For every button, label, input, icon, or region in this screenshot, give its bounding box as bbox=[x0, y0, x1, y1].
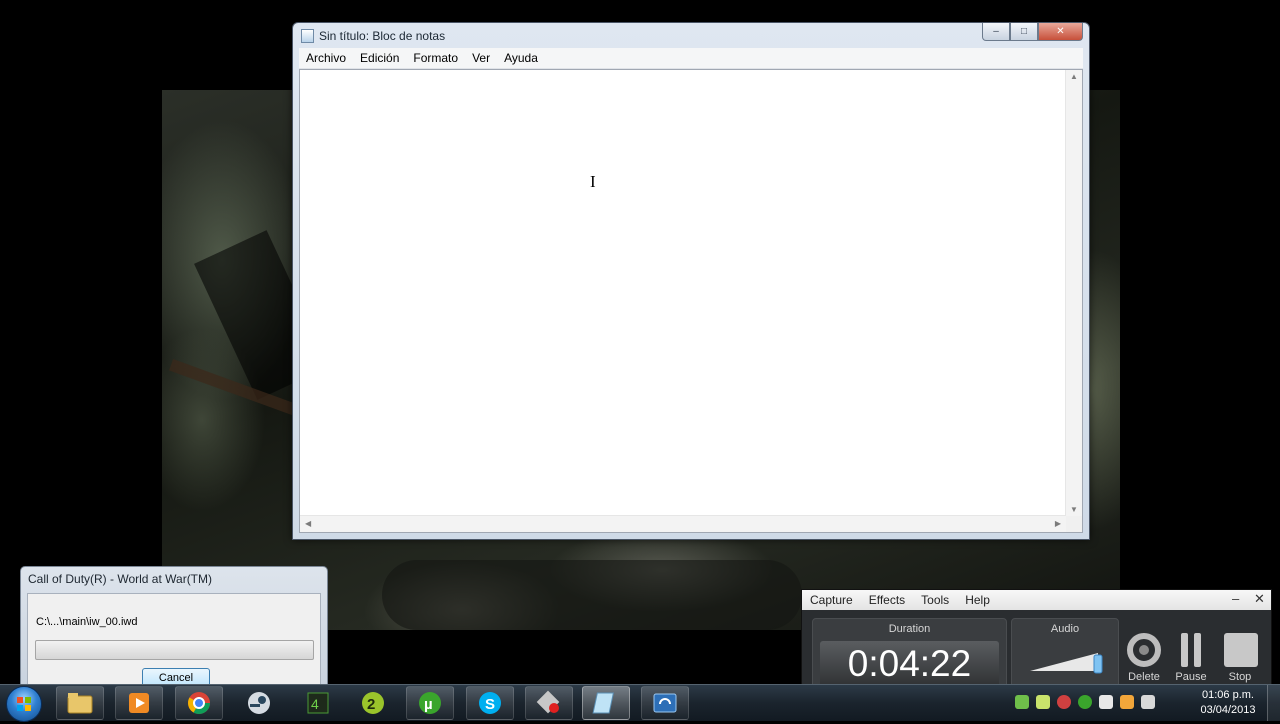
menu-tools[interactable]: Tools bbox=[913, 593, 957, 607]
dialog-title: Call of Duty(R) - World at War(TM) bbox=[28, 572, 213, 586]
menu-effects[interactable]: Effects bbox=[861, 593, 913, 607]
text-editor-area[interactable]: I ▲ ▼ ◀ ▶ bbox=[299, 69, 1083, 533]
clock-date: 03/04/2013 bbox=[1200, 704, 1256, 716]
pause-button[interactable]: Pause bbox=[1169, 630, 1213, 683]
task-switcher-icon bbox=[653, 693, 677, 713]
delete-button[interactable]: Delete bbox=[1122, 630, 1166, 683]
minimize-button[interactable]: – bbox=[982, 23, 1010, 41]
modern-warfare-2-icon: 2 bbox=[362, 692, 384, 714]
notepad-app-icon bbox=[301, 29, 314, 43]
screen-recorder-panel: Capture Effects Tools Help – ✕ Duration … bbox=[801, 589, 1272, 690]
menu-capture[interactable]: Capture bbox=[802, 593, 861, 607]
taskbar-skype[interactable]: S bbox=[466, 686, 514, 720]
audio-slider-thumb bbox=[1093, 654, 1103, 674]
taskbar-modern-warfare-2[interactable]: 2 bbox=[349, 686, 397, 720]
stop-icon bbox=[1224, 633, 1258, 667]
taskbar-utorrent[interactable]: µ bbox=[406, 686, 454, 720]
menu-edicion[interactable]: Edición bbox=[353, 51, 406, 65]
stop-button[interactable]: Stop bbox=[1218, 630, 1262, 683]
svg-text:S: S bbox=[485, 696, 495, 713]
taskbar-chrome[interactable] bbox=[175, 686, 223, 720]
horizontal-scrollbar[interactable]: ◀ ▶ bbox=[300, 515, 1066, 532]
delete-label: Delete bbox=[1128, 671, 1160, 683]
recorder-menu-bar: Capture Effects Tools Help – ✕ bbox=[802, 590, 1271, 610]
delete-icon bbox=[1127, 633, 1161, 667]
notepad-icon bbox=[592, 692, 614, 714]
scroll-down-icon[interactable]: ▼ bbox=[1070, 505, 1078, 514]
security-tray-icon[interactable] bbox=[1057, 695, 1071, 709]
menu-ver[interactable]: Ver bbox=[465, 51, 497, 65]
menu-bar: Archivo Edición Formato Ver Ayuda bbox=[299, 48, 1083, 69]
flag-tray-icon[interactable] bbox=[1141, 695, 1155, 709]
battery-tray-icon[interactable] bbox=[1120, 695, 1134, 709]
close-button[interactable]: ✕ bbox=[1038, 23, 1083, 41]
menu-formato[interactable]: Formato bbox=[406, 51, 465, 65]
svg-text:µ: µ bbox=[424, 696, 433, 713]
system-clock[interactable]: 01:06 p.m. 03/04/2013 bbox=[1190, 688, 1266, 718]
recorder-close-button[interactable]: ✕ bbox=[1254, 591, 1265, 607]
svg-text:2: 2 bbox=[367, 696, 375, 713]
menu-help[interactable]: Help bbox=[957, 593, 998, 607]
notepad-titlebar[interactable]: Sin título: Bloc de notas – □ ✕ bbox=[293, 23, 1089, 47]
taskbar-explorer[interactable] bbox=[56, 686, 104, 720]
maximize-button[interactable]: □ bbox=[1010, 23, 1038, 41]
skype-icon: S bbox=[479, 692, 501, 714]
stop-label: Stop bbox=[1228, 671, 1252, 683]
pause-icon bbox=[1181, 633, 1201, 667]
resize-grip[interactable] bbox=[1066, 516, 1082, 532]
audio-label: Audio bbox=[1050, 623, 1080, 635]
windows-logo-icon bbox=[17, 697, 31, 711]
progress-bar bbox=[35, 640, 314, 660]
media-player-icon bbox=[129, 693, 149, 713]
duration-timer: 0:04:22 bbox=[820, 641, 999, 687]
scroll-up-icon[interactable]: ▲ bbox=[1070, 72, 1078, 81]
network-tray-icon[interactable] bbox=[1015, 695, 1029, 709]
clock-time: 01:06 p.m. bbox=[1202, 689, 1254, 701]
taskbar: 4 2 µ S 01:06 p.m. 03/04/2013 bbox=[0, 684, 1280, 722]
taskbar-notepad[interactable] bbox=[582, 686, 630, 720]
recorder-icon bbox=[536, 690, 560, 714]
window-controls: – □ ✕ bbox=[982, 23, 1083, 41]
taskbar-call-of-duty[interactable]: 4 bbox=[294, 686, 342, 720]
steam-icon bbox=[248, 692, 270, 714]
utorrent-tray-icon[interactable] bbox=[1078, 695, 1092, 709]
scroll-left-icon[interactable]: ◀ bbox=[305, 519, 311, 528]
file-path-text: C:\...\main\iw_00.iwd bbox=[36, 616, 138, 628]
pause-label: Pause bbox=[1175, 671, 1207, 683]
call-of-duty-icon: 4 bbox=[307, 692, 329, 714]
notepad-window: Sin título: Bloc de notas – □ ✕ Archivo … bbox=[292, 22, 1090, 540]
scroll-right-icon[interactable]: ▶ bbox=[1055, 519, 1061, 528]
dialog-body: C:\...\main\iw_00.iwd Cancel bbox=[27, 593, 321, 691]
taskbar-task-switcher[interactable] bbox=[641, 686, 689, 720]
cod-progress-dialog: Call of Duty(R) - World at War(TM) C:\..… bbox=[20, 566, 328, 692]
svg-text:4: 4 bbox=[311, 696, 319, 712]
show-desktop-button[interactable] bbox=[1267, 685, 1280, 721]
recorder-minimize-button[interactable]: – bbox=[1232, 591, 1239, 606]
clipboard-tray-icon[interactable] bbox=[1036, 695, 1050, 709]
windows-explorer-icon bbox=[67, 693, 93, 714]
duration-label: Duration bbox=[888, 623, 931, 635]
taskbar-recorder[interactable] bbox=[525, 686, 573, 720]
vertical-scrollbar[interactable]: ▲ ▼ bbox=[1065, 70, 1082, 516]
chrome-icon bbox=[188, 692, 210, 714]
utorrent-icon: µ bbox=[419, 692, 441, 714]
duration-panel: Duration 0:04:22 bbox=[812, 618, 1007, 690]
audio-panel: Audio bbox=[1011, 618, 1119, 690]
text-cursor-icon: I bbox=[590, 172, 596, 191]
window-title: Sin título: Bloc de notas bbox=[319, 29, 446, 43]
volume-tray-icon[interactable] bbox=[1099, 695, 1113, 709]
audio-volume-slider[interactable] bbox=[1028, 647, 1104, 675]
menu-ayuda[interactable]: Ayuda bbox=[497, 51, 545, 65]
taskbar-media-player[interactable] bbox=[115, 686, 163, 720]
start-button[interactable] bbox=[6, 686, 42, 722]
menu-archivo[interactable]: Archivo bbox=[299, 51, 353, 65]
wallpaper-soldiers bbox=[382, 560, 802, 630]
taskbar-steam[interactable] bbox=[235, 686, 283, 720]
